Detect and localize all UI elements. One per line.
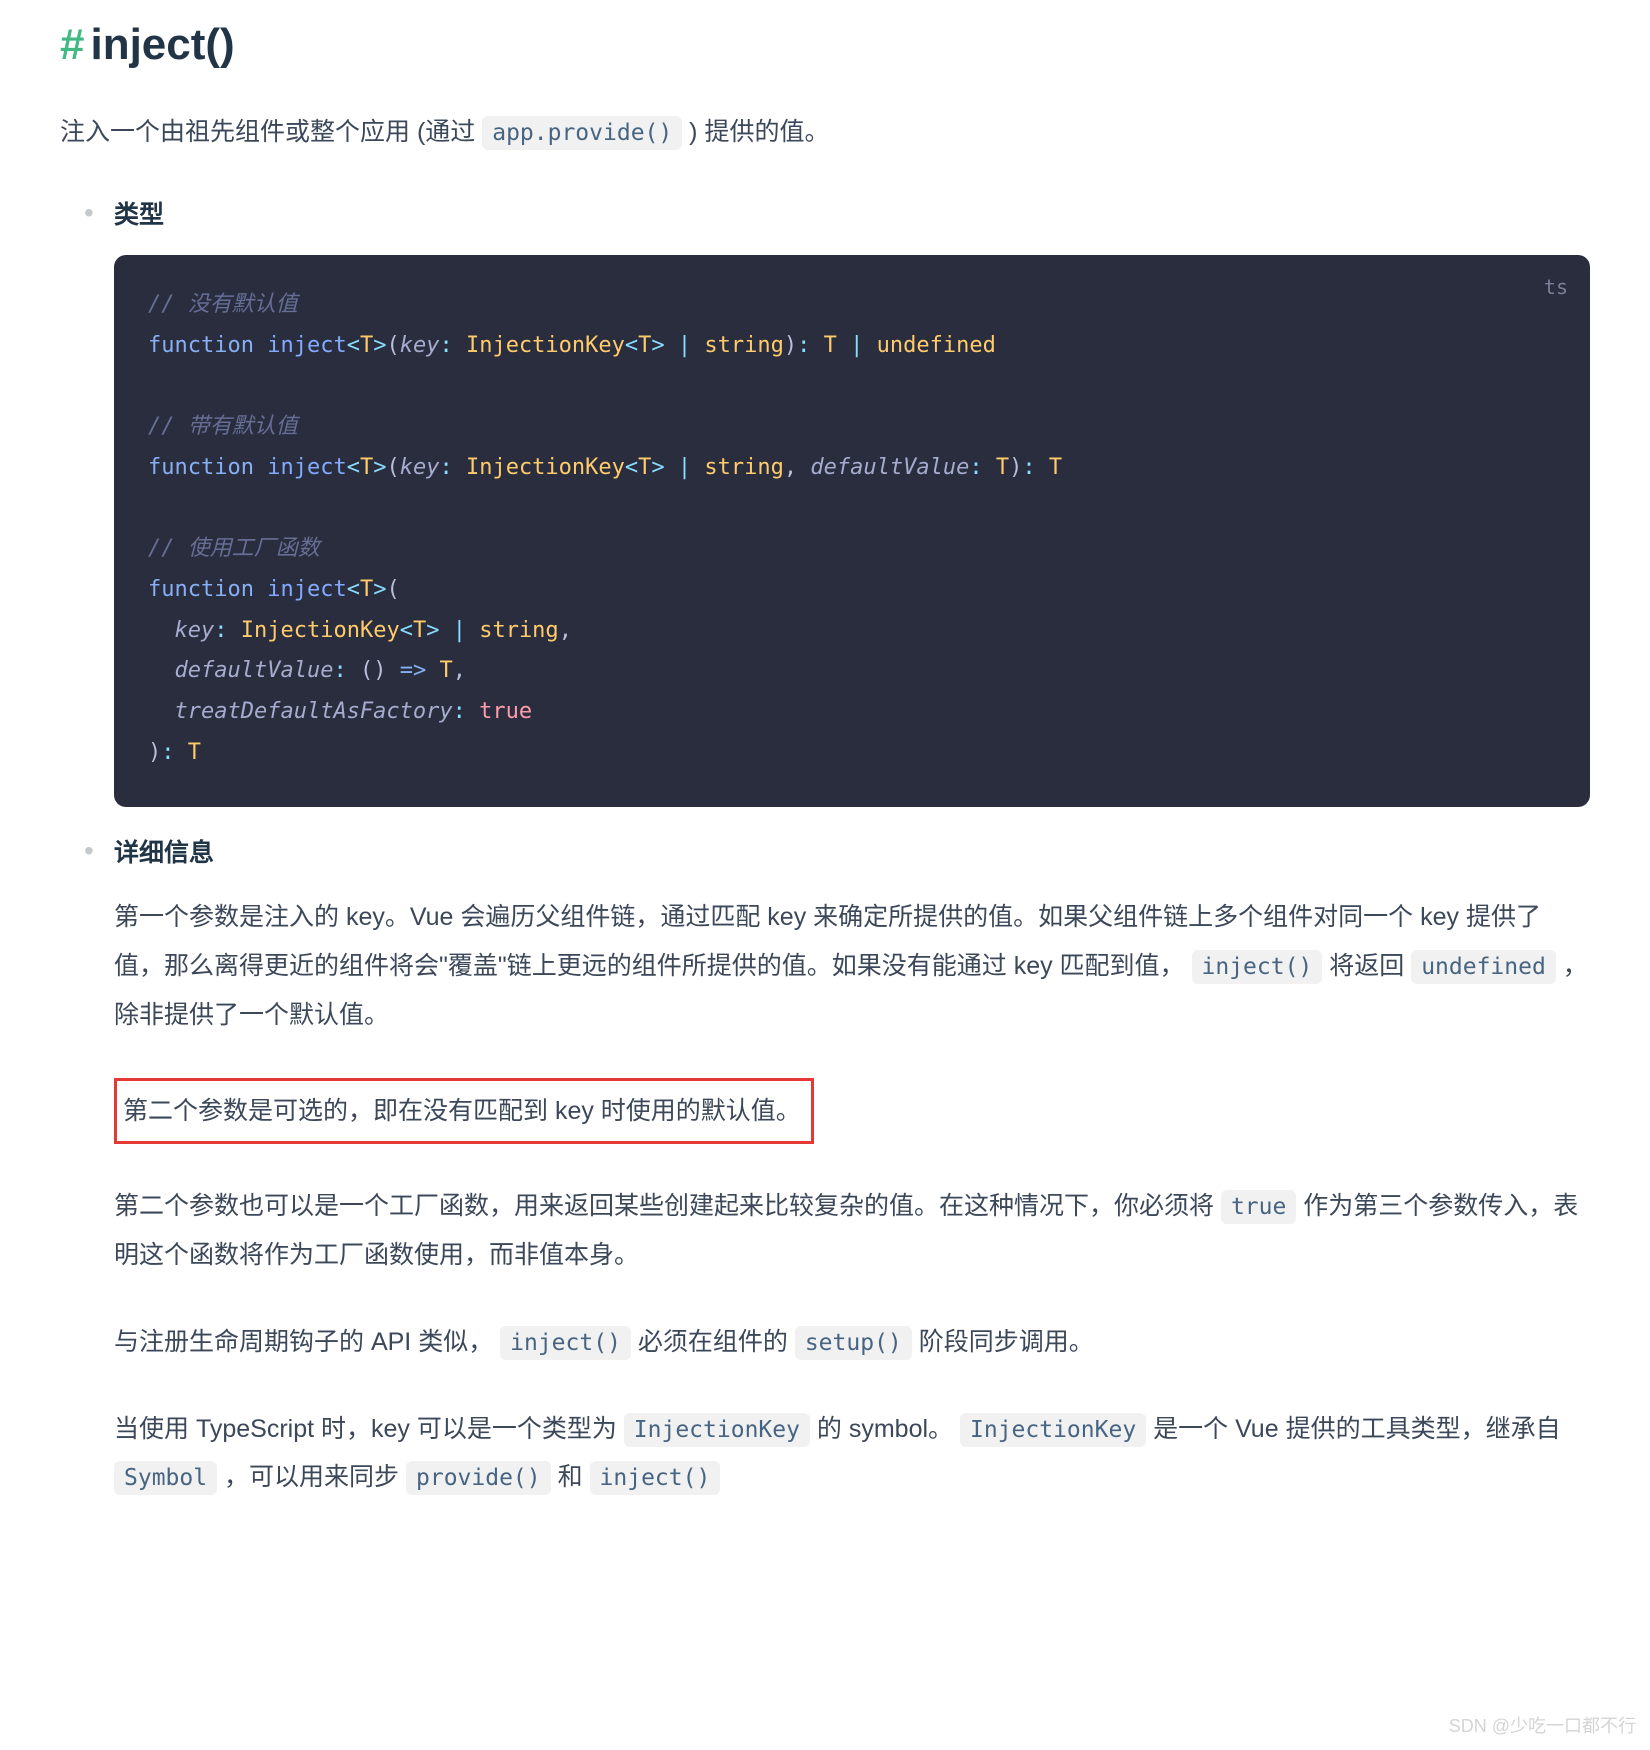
- tok: <: [625, 333, 638, 358]
- details-p4: 与注册生命周期钩子的 API 类似， inject() 必须在组件的 setup…: [114, 1318, 1590, 1367]
- intro-after: ) 提供的值。: [682, 118, 829, 146]
- code-lang-badge: ts: [1544, 269, 1568, 306]
- code-comment-1: // 没有默认值: [148, 292, 298, 317]
- highlight-box: 第二个参数是可选的，即在没有匹配到 key 时使用的默认值。: [114, 1078, 814, 1145]
- p5-a: 当使用 TypeScript 时，key 可以是一个类型为: [114, 1415, 624, 1443]
- intro-code: app.provide(): [482, 116, 682, 150]
- tok: function: [148, 577, 254, 602]
- p4-c: 阶段同步调用。: [912, 1328, 1094, 1356]
- tok: T: [360, 333, 373, 358]
- tok: ): [784, 333, 797, 358]
- type-section: 类型 ts // 没有默认值 function inject<T>(key: I…: [114, 195, 1590, 807]
- intro-paragraph: 注入一个由祖先组件或整个应用 (通过 app.provide() ) 提供的值。: [60, 110, 1590, 155]
- tok: T: [188, 740, 201, 765]
- type-label: 类型: [114, 195, 1590, 231]
- tok: T: [996, 455, 1009, 480]
- tok: T: [360, 455, 373, 480]
- p4-a: 与注册生命周期钩子的 API 类似，: [114, 1328, 500, 1356]
- page-title[interactable]: #inject(): [60, 20, 1590, 70]
- tok: string: [704, 455, 783, 480]
- tok: key: [400, 455, 440, 480]
- tok: T: [824, 333, 837, 358]
- p5-e: 和: [551, 1463, 590, 1491]
- p1-b: 将返回: [1322, 952, 1411, 980]
- tok: (: [386, 333, 399, 358]
- tok: inject: [267, 455, 346, 480]
- tok: |: [837, 333, 877, 358]
- tok: =>: [400, 658, 427, 683]
- p4-b: 必须在组件的: [631, 1328, 795, 1356]
- tok: true: [479, 699, 532, 724]
- tok: T: [439, 658, 452, 683]
- tok: :: [439, 333, 452, 358]
- code-comment-3: // 使用工厂函数: [148, 536, 320, 561]
- tok: >: [651, 333, 664, 358]
- tok: :: [797, 333, 810, 358]
- p5-c: 是一个 Vue 提供的工具类型，继承自: [1146, 1415, 1560, 1443]
- code-comment-2: // 带有默认值: [148, 414, 298, 439]
- details-p5: 当使用 TypeScript 时，key 可以是一个类型为 InjectionK…: [114, 1405, 1590, 1503]
- p5-d: ，可以用来同步: [217, 1463, 406, 1491]
- tok: key: [175, 618, 215, 643]
- p1-code1: inject(): [1192, 950, 1323, 984]
- tok: string: [479, 618, 558, 643]
- p3-a: 第二个参数也可以是一个工厂函数，用来返回某些创建起来比较复杂的值。在这种情况下，…: [114, 1192, 1221, 1220]
- p5-code3: Symbol: [114, 1461, 217, 1495]
- details-p3: 第二个参数也可以是一个工厂函数，用来返回某些创建起来比较复杂的值。在这种情况下，…: [114, 1182, 1590, 1280]
- p5-code4: provide(): [406, 1461, 551, 1495]
- details-p2: 第二个参数是可选的，即在没有匹配到 key 时使用的默认值。: [123, 1087, 801, 1136]
- details-p1: 第一个参数是注入的 key。Vue 会遍历父组件链，通过匹配 key 来确定所提…: [114, 893, 1590, 1039]
- p5-code1: InjectionKey: [624, 1413, 810, 1447]
- tok: treatDefaultAsFactory: [175, 699, 453, 724]
- code-block: ts // 没有默认值 function inject<T>(key: Inje…: [114, 255, 1590, 807]
- details-section: 详细信息 第一个参数是注入的 key。Vue 会遍历父组件链，通过匹配 key …: [114, 833, 1590, 1502]
- tok: T: [1049, 455, 1062, 480]
- p3-code1: true: [1221, 1190, 1296, 1224]
- tok: key: [400, 333, 440, 358]
- title-text: inject(): [90, 20, 234, 69]
- tok: |: [665, 333, 705, 358]
- tok: InjectionKey: [466, 455, 625, 480]
- intro-before: 注入一个由祖先组件或整个应用 (通过: [60, 118, 482, 146]
- tok: T: [360, 577, 373, 602]
- hash-icon: #: [60, 20, 84, 69]
- code-content: // 没有默认值 function inject<T>(key: Injecti…: [148, 285, 1556, 773]
- tok: InjectionKey: [466, 333, 625, 358]
- watermark: SDN @少吃一口都不行: [1449, 1712, 1636, 1738]
- p4-code2: setup(): [795, 1326, 912, 1360]
- tok: inject: [267, 577, 346, 602]
- p5-code5: inject(): [590, 1461, 721, 1495]
- tok: function: [148, 333, 254, 358]
- p1-code2: undefined: [1411, 950, 1556, 984]
- tok: T: [413, 618, 426, 643]
- p4-code1: inject(): [500, 1326, 631, 1360]
- tok: <: [347, 333, 360, 358]
- tok: inject: [267, 333, 346, 358]
- tok: string: [704, 333, 783, 358]
- tok: function: [148, 455, 254, 480]
- tok: undefined: [877, 333, 996, 358]
- tok: defaultValue: [175, 658, 334, 683]
- details-label: 详细信息: [114, 833, 1590, 869]
- tok: >: [373, 333, 386, 358]
- tok: InjectionKey: [241, 618, 400, 643]
- p5-code2: InjectionKey: [960, 1413, 1146, 1447]
- p5-b: 的 symbol。: [810, 1415, 960, 1443]
- tok: defaultValue: [810, 455, 969, 480]
- tok: T: [638, 455, 651, 480]
- tok: T: [638, 333, 651, 358]
